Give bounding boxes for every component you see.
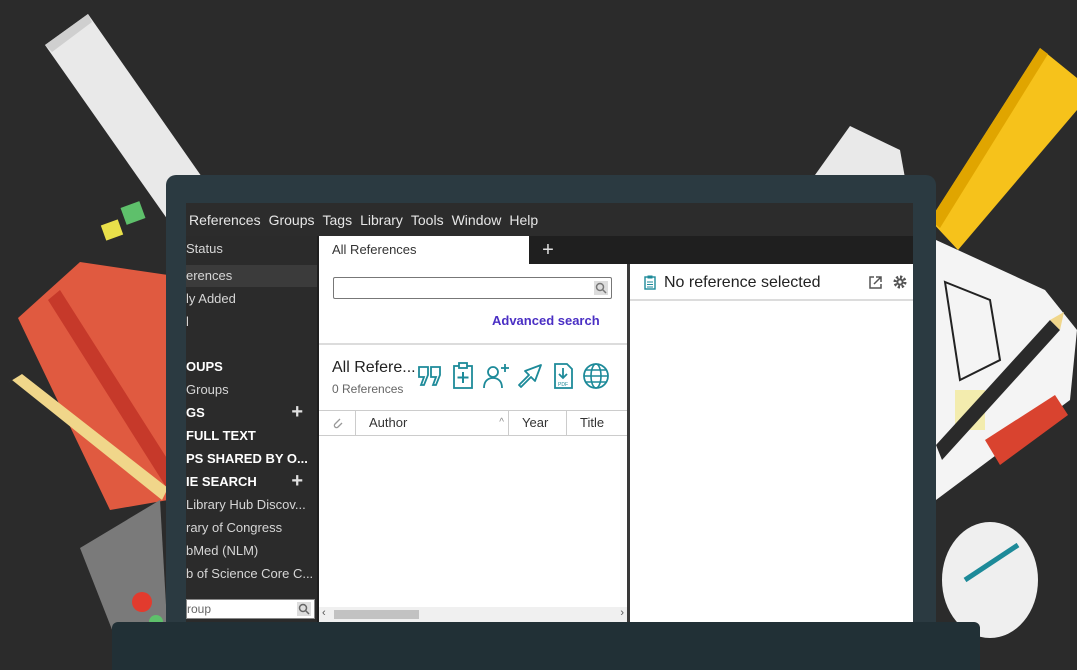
add-user-icon[interactable] xyxy=(481,361,511,391)
laptop-base xyxy=(112,622,980,670)
sidebar-item-status[interactable]: Status xyxy=(186,238,317,260)
sidebar-item-groups[interactable]: Groups xyxy=(186,379,317,401)
year-column-header[interactable]: Year xyxy=(509,411,567,435)
sidebar-item-library-hub[interactable]: Library Hub Discov... xyxy=(186,494,317,516)
scroll-left-icon[interactable]: ‹ xyxy=(322,607,326,619)
sidebar-header-online-search: IE SEARCH + xyxy=(186,471,303,492)
sidebar-header-groups-shared: PS SHARED BY O... xyxy=(186,451,308,466)
author-column-header[interactable]: Author ^ xyxy=(356,411,509,435)
menu-tags[interactable]: Tags xyxy=(323,212,353,228)
globe-icon[interactable] xyxy=(581,361,611,391)
sidebar: Status erences ly Added l OUPS Groups GS… xyxy=(186,236,317,622)
sidebar-item-trash[interactable]: l xyxy=(186,311,317,333)
add-tab-button[interactable]: + xyxy=(537,236,559,264)
horizontal-scrollbar[interactable]: ‹ › xyxy=(319,607,627,622)
menu-groups[interactable]: Groups xyxy=(269,212,315,228)
reference-list-pane: Advanced search All Refere... 0 Referenc… xyxy=(319,264,627,622)
app-window: References Groups Tags Library Tools Win… xyxy=(186,203,913,622)
add-online-search-plus-icon[interactable]: + xyxy=(291,471,303,491)
sidebar-item-web-of-science[interactable]: b of Science Core C... xyxy=(186,563,317,585)
tab-all-references[interactable]: All References xyxy=(319,236,529,264)
divider xyxy=(319,343,627,345)
menu-library[interactable]: Library xyxy=(360,212,403,228)
advanced-search-link[interactable]: Advanced search xyxy=(492,313,600,328)
search-group-input[interactable]: roup xyxy=(186,599,315,619)
title-column-header[interactable]: Title xyxy=(567,411,627,435)
sidebar-item-library-of-congress[interactable]: rary of Congress xyxy=(186,517,317,539)
paperclip-icon xyxy=(333,418,343,429)
reference-detail-pane: No reference selected xyxy=(630,264,913,622)
sidebar-header-tags: GS + xyxy=(186,402,303,423)
share-arrow-icon[interactable] xyxy=(515,361,545,391)
scrollbar-thumb[interactable] xyxy=(334,610,419,619)
gear-icon[interactable] xyxy=(892,274,908,290)
clipboard-add-icon[interactable] xyxy=(448,361,478,391)
menu-window[interactable]: Window xyxy=(452,212,502,228)
sidebar-header-my-groups: OUPS xyxy=(186,359,223,374)
menu-references[interactable]: References xyxy=(189,212,261,228)
sidebar-item-pubmed[interactable]: bMed (NLM) xyxy=(186,540,317,562)
clipboard-icon xyxy=(644,275,656,290)
reference-table-header: Author ^ Year Title xyxy=(319,410,627,436)
scroll-right-icon[interactable]: › xyxy=(620,607,624,619)
library-title: All Refere... xyxy=(332,359,416,376)
menu-help[interactable]: Help xyxy=(509,212,538,228)
no-reference-selected-label: No reference selected xyxy=(664,274,821,291)
open-external-icon[interactable] xyxy=(868,275,883,290)
sidebar-item-all-references[interactable]: erences xyxy=(186,265,317,287)
sidebar-header-find-full-text: FULL TEXT xyxy=(186,428,256,443)
menu-bar: References Groups Tags Library Tools Win… xyxy=(186,203,913,236)
quick-search-input[interactable] xyxy=(333,277,612,299)
svg-text:PDF: PDF xyxy=(558,382,568,388)
sidebar-item-recently-added[interactable]: ly Added xyxy=(186,288,317,310)
menu-tools[interactable]: Tools xyxy=(411,212,444,228)
attachment-column-header[interactable] xyxy=(319,411,356,435)
search-icon[interactable] xyxy=(297,602,311,616)
search-icon[interactable] xyxy=(594,281,608,295)
quote-icon[interactable] xyxy=(415,361,445,391)
tab-bar: All References + xyxy=(317,236,913,264)
pdf-download-icon[interactable]: PDF xyxy=(548,361,578,391)
reference-count: 0 References xyxy=(332,382,404,396)
sort-ascending-icon: ^ xyxy=(499,417,504,428)
detail-header: No reference selected xyxy=(630,264,913,301)
add-tag-plus-icon[interactable]: + xyxy=(291,402,303,422)
